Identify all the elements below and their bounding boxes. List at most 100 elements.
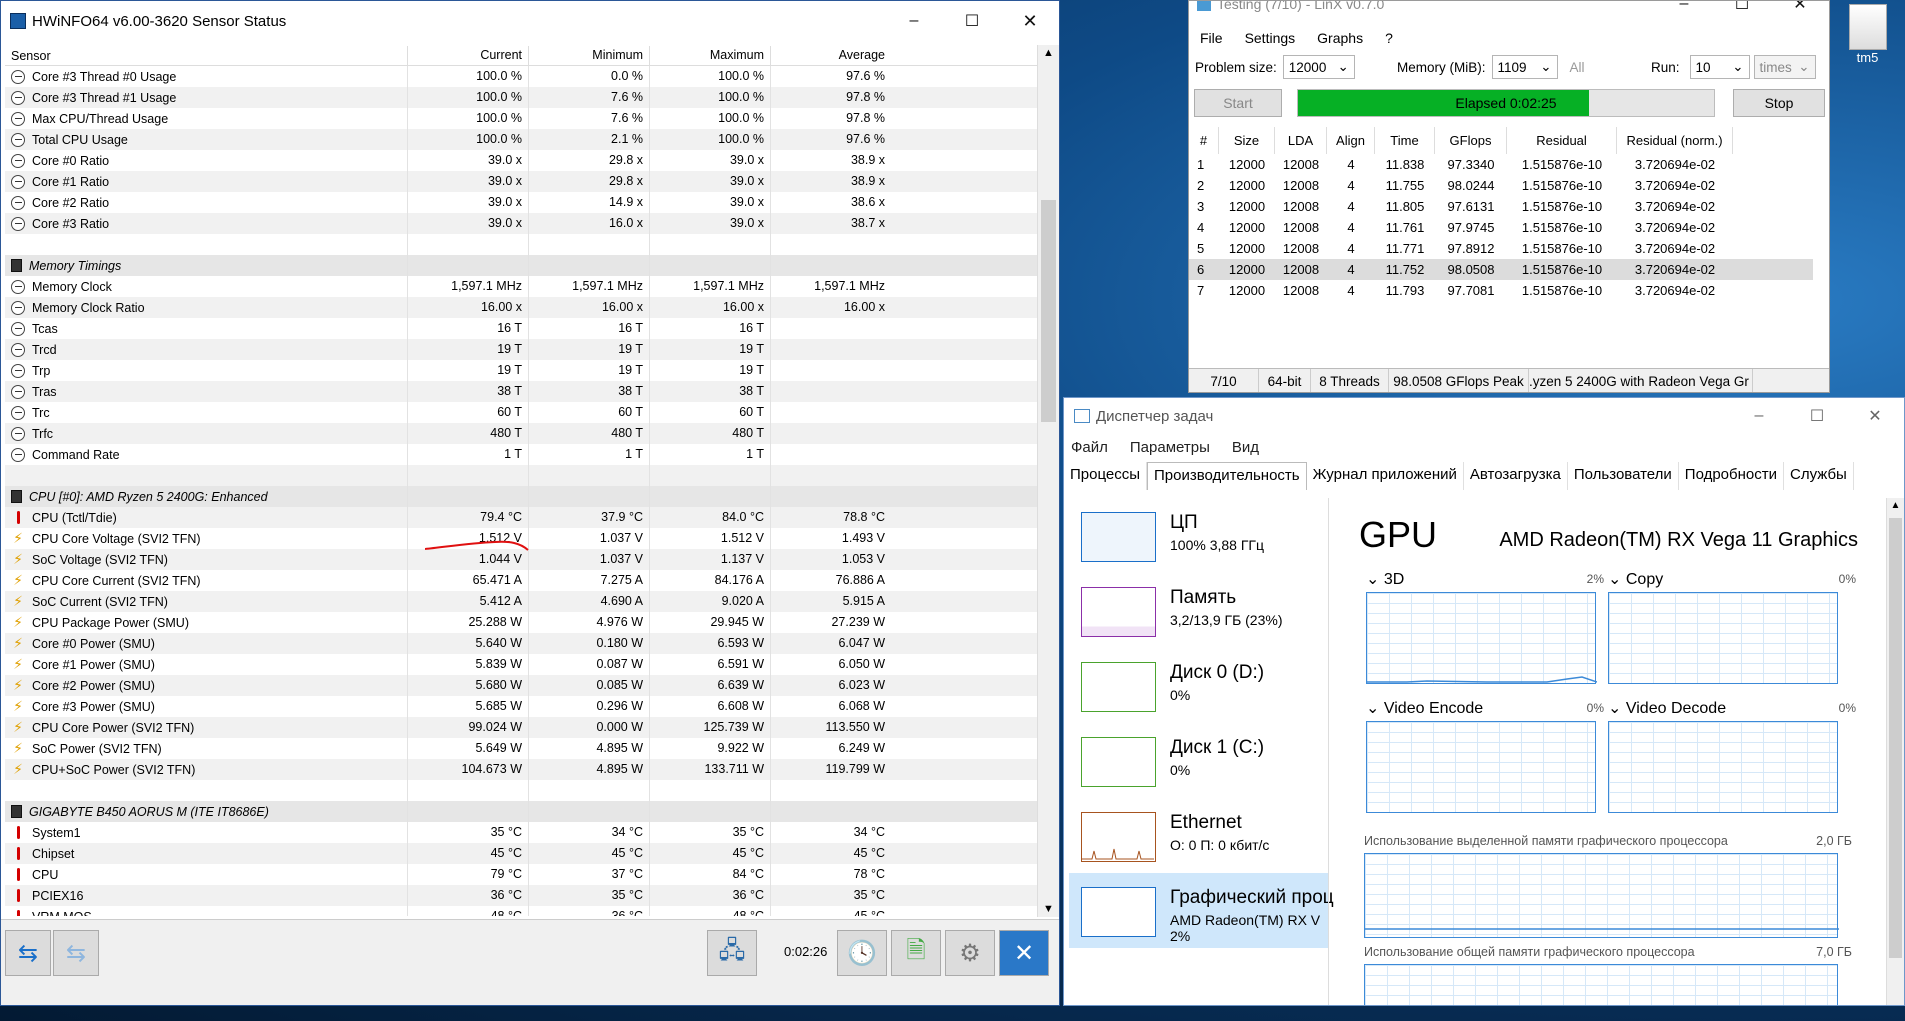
- sensor-row[interactable]: Core #3 Ratio 39.0 x 16.0 x 39.0 x 38.7 x: [5, 213, 1037, 234]
- perf-tile[interactable]: Диск 0 (D:) 0%: [1069, 648, 1329, 723]
- table-row[interactable]: 3 12000 12008 4 11.805 97.6131 1.515876e-10 3.7…: [1189, 196, 1813, 217]
- clock-icon[interactable]: 🕓: [837, 930, 887, 976]
- close-icon[interactable]: ✕: [1771, 1, 1829, 13]
- chevron-up-icon[interactable]: ▲: [1887, 500, 1904, 511]
- sensor-row[interactable]: ⚡ CPU Package Power (SMU) 25.288 W 4.976 W2…: [5, 612, 1037, 633]
- sensor-row[interactable]: ⚡ SoC Power (SVI2 TFN) 5.649 W 4.895 W 9.922…: [5, 738, 1037, 759]
- hwinfo-titlebar[interactable]: HWiNFO64 v6.00-3620 Sensor Status – ☐ ✕: [1, 1, 1059, 41]
- problem-size-combo[interactable]: 12000 ⌄: [1282, 55, 1355, 79]
- sensor-row[interactable]: ⚡ CPU Core Power (SVI2 TFN) 99.024 W 0.000 …: [5, 717, 1037, 738]
- sensor-row[interactable]: Core #1 Ratio 39.0 x 29.8 x 39.0 x 38.9 x: [5, 171, 1037, 192]
- column-header-average[interactable]: Average: [770, 46, 891, 66]
- taskmgr-scrollbar[interactable]: ▲: [1886, 498, 1904, 1005]
- sensor-row[interactable]: CPU (Tctl/Tdie) 79.4 °C 37.9 °C 84.0 °C 78.8…: [5, 507, 1037, 528]
- menu-options[interactable]: Параметры: [1130, 439, 1210, 456]
- menu-view[interactable]: Вид: [1232, 439, 1259, 456]
- maximize-icon[interactable]: ☐: [1788, 398, 1846, 434]
- tab-startup[interactable]: Автозагрузка: [1464, 462, 1568, 490]
- column-header[interactable]: Residual (norm.): [1617, 127, 1733, 154]
- menu-settings[interactable]: Settings: [1245, 30, 1296, 46]
- sensor-row[interactable]: Chipset 45 °C 45 °C 45 °C 45 °C: [5, 843, 1037, 864]
- taskmgr-titlebar[interactable]: Диспетчер задач – ☐ ✕: [1064, 398, 1904, 434]
- sensor-row[interactable]: Trc 60 T 60 T 60 T: [5, 402, 1037, 423]
- sensor-row[interactable]: Core #2 Ratio 39.0 x 14.9 x 39.0 x 38.6 x: [5, 192, 1037, 213]
- table-row[interactable]: 6 12000 12008 4 11.752 98.0508 1.515876e-10 3.7…: [1189, 259, 1813, 280]
- sensor-row[interactable]: Trcd 19 T 19 T 19 T: [5, 339, 1037, 360]
- stop-button[interactable]: Stop: [1733, 89, 1825, 117]
- close-icon[interactable]: ✕: [1001, 1, 1059, 41]
- column-header[interactable]: GFlops: [1435, 127, 1507, 154]
- scroll-thumb[interactable]: [1889, 518, 1902, 958]
- perf-tile[interactable]: Графический проц AMD Radeon(TM) RX V 2%: [1069, 873, 1334, 948]
- tab-performance[interactable]: Производительность: [1147, 462, 1307, 490]
- sensor-row[interactable]: ⚡ Core #0 Power (SMU) 5.640 W 0.180 W 6.593 …: [5, 633, 1037, 654]
- run-unit-combo[interactable]: times ⌄: [1753, 55, 1816, 79]
- column-header[interactable]: Align: [1327, 127, 1375, 154]
- sensor-row[interactable]: ⚡ SoC Current (SVI2 TFN) 5.412 A 4.690 A 9.0…: [5, 591, 1037, 612]
- column-header[interactable]: #: [1189, 127, 1219, 154]
- table-row[interactable]: 7 12000 12008 4 11.793 97.7081 1.515876e-10 3.7…: [1189, 280, 1813, 301]
- start-button[interactable]: Start: [1194, 89, 1282, 117]
- table-row[interactable]: 1 12000 12008 4 11.838 97.3340 1.515876e-10 3.7…: [1189, 154, 1813, 175]
- menu-graphs[interactable]: Graphs: [1317, 30, 1363, 46]
- sensor-row[interactable]: ⚡ CPU+SoC Power (SVI2 TFN) 104.673 W 4.895 …: [5, 759, 1037, 780]
- linx-titlebar[interactable]: Testing (7/10) - LinX v0.7.0 – ☐ ✕: [1189, 1, 1829, 15]
- scroll-thumb[interactable]: [1041, 200, 1056, 422]
- tab-processes[interactable]: Процессы: [1064, 462, 1148, 490]
- engine-copy-label[interactable]: ⌄ Copy: [1608, 569, 1663, 589]
- sensor-row[interactable]: Tras 38 T 38 T 38 T: [5, 381, 1037, 402]
- column-header-current[interactable]: Current: [407, 46, 528, 66]
- arrows-left-right-icon[interactable]: ⇆: [5, 930, 51, 976]
- maximize-icon[interactable]: ☐: [943, 1, 1001, 41]
- memory-combo[interactable]: 1109 ⌄: [1491, 55, 1558, 79]
- arrows-left-right-disabled-icon[interactable]: ⇆: [53, 930, 99, 976]
- table-row[interactable]: 5 12000 12008 4 11.771 97.8912 1.515876e-10 3.7…: [1189, 238, 1813, 259]
- sensor-row[interactable]: Total CPU Usage 100.0 % 2.1 % 100.0 % 97.6 %: [5, 129, 1037, 150]
- column-header-sensor[interactable]: Sensor: [5, 49, 407, 63]
- sensor-row[interactable]: ⚡ Core #1 Power (SMU) 5.839 W 0.087 W 6.591 …: [5, 654, 1037, 675]
- sensor-row[interactable]: Max CPU/Thread Usage 100.0 % 7.6 % 100.0 % 9…: [5, 108, 1037, 129]
- column-header-maximum[interactable]: Maximum: [649, 46, 770, 66]
- sensor-row[interactable]: VRM MOS48 °C36 °C48 °C45 °C: [5, 906, 1037, 916]
- perf-tile[interactable]: ЦП 100% 3,88 ГГц: [1069, 498, 1329, 573]
- maximize-icon[interactable]: ☐: [1713, 1, 1771, 13]
- chevron-down-icon[interactable]: ▼: [1038, 903, 1059, 915]
- minimize-icon[interactable]: –: [885, 1, 943, 41]
- table-row[interactable]: 4 12000 12008 4 11.761 97.9745 1.515876e-10 3.7…: [1189, 217, 1813, 238]
- sensor-row[interactable]: Core #3 Thread #0 Usage 100.0 % 0.0 % 100.0…: [5, 66, 1037, 87]
- engine-video-encode-label[interactable]: ⌄ Video Encode: [1366, 698, 1483, 718]
- sensor-row[interactable]: CPU 79 °C 37 °C 84 °C 78 °C: [5, 864, 1037, 885]
- sensor-row[interactable]: Memory Clock 1,597.1 MHz 1,597.1 MHz 1,597.…: [5, 276, 1037, 297]
- sensor-group-row[interactable]: GIGABYTE B450 AORUS M (ITE IT8686E): [5, 801, 1037, 822]
- sensor-row[interactable]: System1 35 °C 34 °C 35 °C 34 °C: [5, 822, 1037, 843]
- tab-details[interactable]: Подробности: [1679, 462, 1784, 490]
- run-combo[interactable]: 10 ⌄: [1689, 55, 1750, 79]
- menu-file[interactable]: Файл: [1071, 439, 1108, 456]
- menu-file[interactable]: File: [1200, 30, 1223, 46]
- column-header[interactable]: Size: [1219, 127, 1275, 154]
- perf-tile[interactable]: Диск 1 (C:) 0%: [1069, 723, 1329, 798]
- column-header[interactable]: Residual: [1507, 127, 1617, 154]
- close-icon[interactable]: ✕: [999, 930, 1049, 976]
- sensor-row[interactable]: ⚡ Core #3 Power (SMU) 5.685 W 0.296 W 6.608 …: [5, 696, 1037, 717]
- sensor-group-row[interactable]: CPU [#0]: AMD Ryzen 5 2400G: Enhanced: [5, 486, 1037, 507]
- engine-3d-label[interactable]: ⌄ 3D: [1366, 569, 1404, 589]
- table-row[interactable]: 2 12000 12008 4 11.755 98.0244 1.515876e-10 3.7…: [1189, 175, 1813, 196]
- menu-help[interactable]: ?: [1385, 30, 1393, 46]
- network-icon[interactable]: 🖧: [707, 930, 757, 976]
- minimize-icon[interactable]: –: [1730, 398, 1788, 434]
- hwinfo-scrollbar[interactable]: ▲ ▼: [1037, 45, 1059, 917]
- sensor-row[interactable]: ⚡ Core #2 Power (SMU) 5.680 W 0.085 W 6.639 …: [5, 675, 1037, 696]
- sensor-row[interactable]: Trfc 480 T 480 T 480 T: [5, 423, 1037, 444]
- all-checkbox-label[interactable]: All: [1570, 60, 1585, 75]
- column-header-minimum[interactable]: Minimum: [528, 46, 649, 66]
- tab-services[interactable]: Службы: [1784, 462, 1854, 490]
- tab-app-history[interactable]: Журнал приложений: [1307, 462, 1464, 490]
- sensor-row[interactable]: Trp 19 T 19 T 19 T: [5, 360, 1037, 381]
- chevron-up-icon[interactable]: ▲: [1038, 47, 1059, 59]
- desktop-icon-tm5[interactable]: tm5: [1830, 0, 1905, 80]
- sensor-group-row[interactable]: Memory Timings: [5, 255, 1037, 276]
- sensor-row[interactable]: Core #3 Thread #1 Usage 100.0 % 7.6 % 100.0…: [5, 87, 1037, 108]
- engine-video-decode-label[interactable]: ⌄ Video Decode: [1608, 698, 1726, 718]
- tab-users[interactable]: Пользователи: [1568, 462, 1679, 490]
